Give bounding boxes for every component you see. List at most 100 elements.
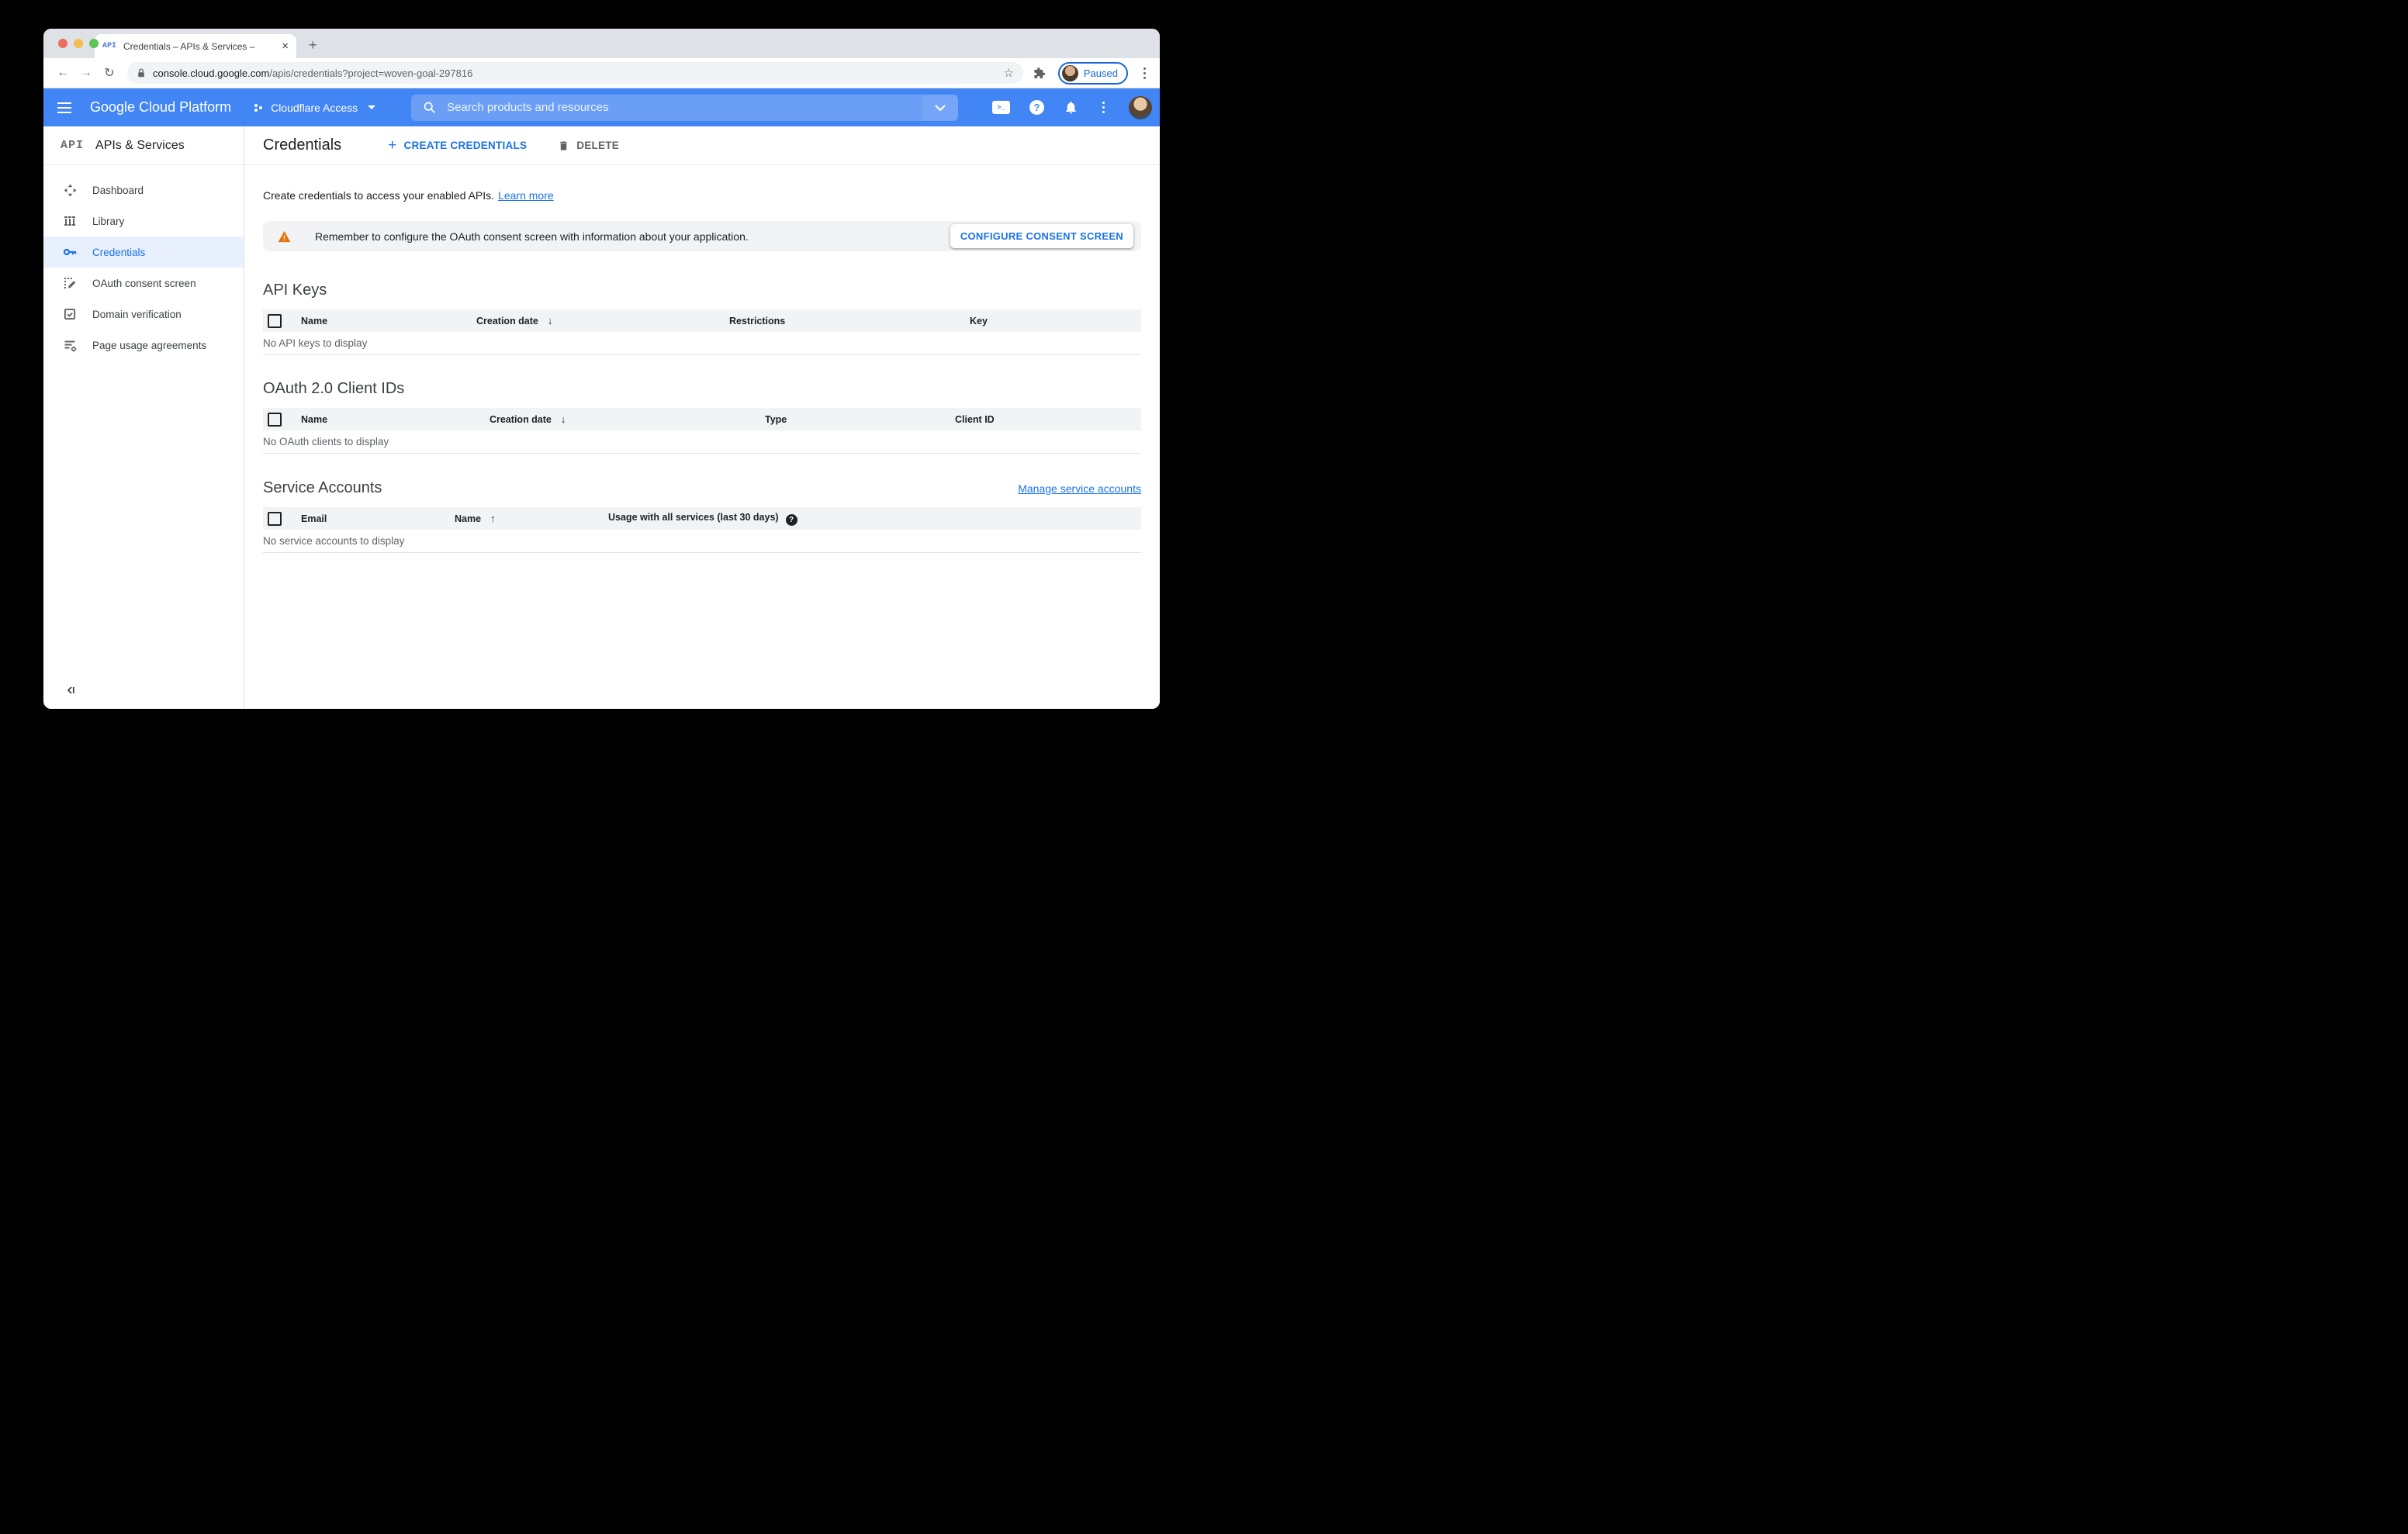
select-all-cell — [263, 412, 294, 427]
service-accounts-table-header: Email Name ↑ Usage with all services (las… — [263, 507, 1141, 530]
notifications-bell-icon[interactable] — [1064, 100, 1078, 115]
browser-menu-icon[interactable] — [1139, 64, 1150, 82]
chevron-down-icon — [368, 105, 376, 109]
url-domain: console.cloud.google.com — [153, 67, 270, 79]
maximize-window-button[interactable] — [89, 39, 99, 48]
column-header-type[interactable]: Type — [765, 414, 955, 425]
profile-paused-pill[interactable]: Paused — [1057, 61, 1128, 85]
checkbox-check-icon — [63, 307, 77, 321]
oauth-table-header: Name Creation date ↓ Type Client ID — [263, 408, 1141, 430]
new-tab-button[interactable]: + — [309, 38, 317, 52]
create-credentials-label: CREATE CREDENTIALS — [403, 140, 528, 151]
consent-screen-icon — [63, 276, 77, 290]
account-avatar[interactable] — [1129, 95, 1152, 119]
service-accounts-title-row: Service Accounts Manage service accounts — [263, 479, 1141, 497]
column-header-name[interactable]: Name ↑ — [455, 513, 608, 524]
usage-help-icon[interactable]: ? — [785, 513, 797, 526]
sidebar-item-label: OAuth consent screen — [92, 277, 196, 289]
column-header-restrictions[interactable]: Restrictions — [729, 316, 970, 326]
plus-icon: + — [388, 137, 397, 154]
window-controls — [58, 39, 99, 48]
column-header-key[interactable]: Key — [970, 316, 1141, 326]
profile-avatar — [1061, 64, 1078, 81]
main-area: API APIs & Services Dashboard Library Cr… — [43, 126, 1160, 709]
learn-more-link[interactable]: Learn more — [498, 189, 554, 202]
oauth-empty-state: No OAuth clients to display — [263, 430, 1141, 454]
sidebar-item-label: Library — [92, 215, 125, 227]
column-header-client-id[interactable]: Client ID — [955, 414, 1141, 425]
cloud-shell-icon[interactable]: >_ — [992, 101, 1010, 114]
close-window-button[interactable] — [58, 39, 67, 48]
back-icon[interactable]: ← — [53, 66, 73, 80]
hamburger-menu-icon[interactable] — [43, 102, 85, 113]
sidebar-item-page-usage-agreements[interactable]: Page usage agreements — [43, 330, 244, 361]
configure-consent-screen-button[interactable]: CONFIGURE CONSENT SCREEN — [950, 224, 1133, 248]
tab-close-icon[interactable]: × — [282, 40, 289, 52]
sort-down-icon: ↓ — [547, 315, 553, 326]
collapse-sidebar-icon[interactable] — [65, 685, 76, 700]
help-icon[interactable]: ? — [1029, 100, 1044, 115]
paused-label: Paused — [1083, 67, 1118, 79]
column-header-name[interactable]: Name — [294, 316, 476, 326]
search-bar[interactable] — [411, 94, 959, 121]
extensions-puzzle-icon[interactable] — [1033, 67, 1046, 80]
gcp-header-actions: >_ ? — [992, 95, 1160, 119]
select-all-checkbox[interactable] — [268, 313, 282, 328]
sidebar-item-credentials[interactable]: Credentials — [43, 237, 244, 268]
api-logo: API — [61, 139, 85, 152]
sidebar-title: APIs & Services — [95, 138, 185, 152]
sidebar-item-domain-verification[interactable]: Domain verification — [43, 299, 244, 330]
warning-icon — [278, 230, 291, 242]
delete-label: DELETE — [576, 140, 620, 151]
sidebar-item-oauth-consent-screen[interactable]: OAuth consent screen — [43, 268, 244, 299]
search-chevron-down-icon[interactable] — [922, 94, 959, 121]
gcp-menu-icon[interactable] — [1098, 98, 1109, 116]
bookmark-star-icon[interactable]: ☆ — [1003, 66, 1013, 80]
oauth-warning-banner: Remember to configure the OAuth consent … — [263, 221, 1141, 251]
select-all-cell — [263, 313, 294, 328]
page-title: Credentials — [263, 136, 342, 154]
forward-icon[interactable]: → — [76, 66, 96, 80]
url-text: console.cloud.google.com/apis/credential… — [153, 67, 472, 79]
tab-strip: API Credentials – APIs & Services – × + — [43, 29, 1160, 58]
key-icon — [63, 245, 77, 259]
desktop-background: API Credentials – APIs & Services – × + … — [0, 0, 1204, 767]
gcp-logo[interactable]: Google Cloud Platform — [90, 99, 231, 116]
content-area: Credentials + CREATE CREDENTIALS DELETE — [244, 126, 1160, 709]
warning-text: Remember to configure the OAuth consent … — [315, 230, 749, 243]
url-path: /apis/credentials?project=woven-goal-297… — [269, 67, 473, 79]
sidebar-item-library[interactable]: Library — [43, 206, 244, 237]
browser-tab[interactable]: API Credentials – APIs & Services – × — [95, 34, 296, 58]
create-credentials-button[interactable]: + CREATE CREDENTIALS — [388, 138, 527, 153]
sort-up-icon: ↑ — [490, 513, 496, 524]
address-bar[interactable]: console.cloud.google.com/apis/credential… — [127, 62, 1023, 84]
sidebar-item-dashboard[interactable]: Dashboard — [43, 174, 244, 206]
select-all-checkbox[interactable] — [268, 511, 282, 526]
search-input[interactable] — [445, 100, 923, 115]
search-icon — [424, 102, 436, 113]
manage-service-accounts-link[interactable]: Manage service accounts — [1018, 482, 1141, 495]
sidebar-item-label: Credentials — [92, 246, 146, 258]
delete-button[interactable]: DELETE — [558, 140, 619, 152]
lock-icon — [138, 68, 144, 78]
tab-title: Credentials – APIs & Services – — [123, 40, 255, 52]
library-icon — [63, 214, 77, 228]
content-header: Credentials + CREATE CREDENTIALS DELETE — [244, 126, 1160, 165]
service-accounts-empty-state: No service accounts to display — [263, 530, 1141, 553]
select-all-checkbox[interactable] — [268, 412, 282, 427]
column-header-creation-date[interactable]: Creation date ↓ — [490, 413, 765, 425]
reload-icon[interactable]: ↻ — [99, 65, 119, 81]
minimize-window-button[interactable] — [74, 39, 83, 48]
column-header-creation-date[interactable]: Creation date ↓ — [476, 315, 729, 326]
gcp-header: Google Cloud Platform Cloudflare Access — [43, 88, 1160, 126]
content-body: Create credentials to access your enable… — [244, 165, 1160, 709]
sidebar-item-label: Page usage agreements — [92, 339, 207, 351]
column-header-email[interactable]: Email — [294, 513, 455, 524]
project-name: Cloudflare Access — [271, 101, 358, 114]
project-selector[interactable]: Cloudflare Access — [253, 101, 376, 114]
column-header-name[interactable]: Name — [294, 414, 490, 425]
section-title-service-accounts: Service Accounts — [263, 479, 382, 496]
dashboard-icon — [63, 183, 77, 197]
sort-down-icon: ↓ — [560, 413, 566, 425]
sidebar-item-label: Domain verification — [92, 308, 182, 320]
